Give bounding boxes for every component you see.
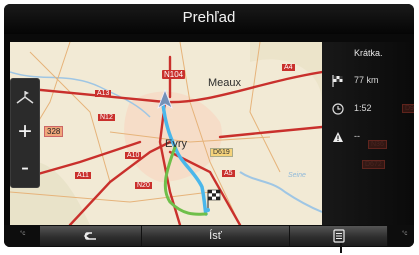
list-icon xyxy=(332,229,345,243)
road-shield-d619: D619 xyxy=(210,148,233,157)
bottom-toolbar: Ísť xyxy=(4,225,414,247)
temperature-left: °c xyxy=(20,231,26,237)
clock-icon xyxy=(332,103,344,115)
city-label-evry: Evry xyxy=(165,138,187,150)
route-map[interactable]: N104 A13 N12 A10 A11 N20 D619 A5 A4 328 … xyxy=(10,42,322,225)
road-shield-n12: N12 xyxy=(98,114,115,121)
callout-line xyxy=(340,243,342,253)
road-shield-n20: N20 xyxy=(135,182,152,189)
itinerary-button[interactable] xyxy=(290,226,388,246)
road-shield-a4: A4 xyxy=(282,64,295,71)
nav-screen: Prehľad N104 A13 N12 A10 A11 N20 D619 A5… xyxy=(4,4,414,247)
temperature-right: °c xyxy=(402,231,408,237)
road-shield-a13: A13 xyxy=(95,90,112,97)
route-type-label: Krátka. xyxy=(354,48,383,58)
view-mode-button[interactable] xyxy=(11,79,39,115)
zoom-in-button[interactable]: + xyxy=(11,115,39,151)
ghost-road-d94: D94 xyxy=(402,104,414,113)
ghost-road-n36: N36 xyxy=(368,140,387,149)
map-controls: + - xyxy=(10,78,40,188)
ghost-road-d672: D672 xyxy=(362,160,385,169)
road-shield-328: 328 xyxy=(44,126,64,137)
back-button[interactable] xyxy=(40,226,142,246)
city-label-meaux: Meaux xyxy=(208,77,242,89)
back-arrow-icon xyxy=(83,232,96,240)
road-shield-a5: A5 xyxy=(222,170,235,177)
river-label-seine: Seine xyxy=(288,172,306,179)
distance-value: 77 km xyxy=(354,75,379,85)
road-shield-a11: A11 xyxy=(75,172,91,179)
page-title: Prehľad xyxy=(4,4,414,34)
warning-value: -- xyxy=(354,131,360,141)
distance-row: 77 km xyxy=(332,74,414,90)
go-button[interactable]: Ísť xyxy=(142,226,290,246)
road-shield-a10: A10 xyxy=(125,152,142,159)
perspective-icon xyxy=(16,91,34,104)
checkered-flag-icon xyxy=(332,75,343,87)
route-summary-panel: Krátka. 77 km 1:52 -- D9 N36 D672 xyxy=(322,42,414,225)
time-value: 1:52 xyxy=(354,103,372,113)
road-shield-n104: N104 xyxy=(162,70,186,79)
zoom-out-button[interactable]: - xyxy=(11,151,39,187)
warning-icon xyxy=(333,132,343,142)
